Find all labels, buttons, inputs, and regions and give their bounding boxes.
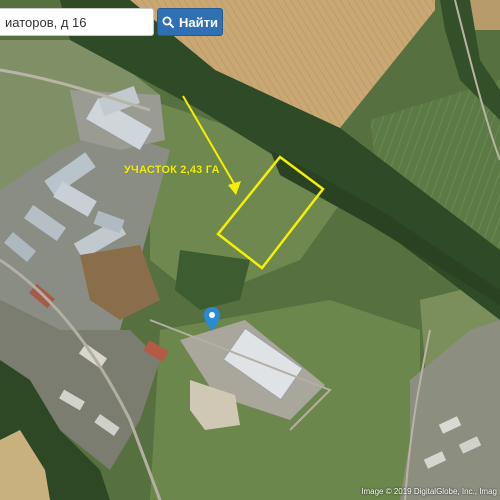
search-button-label: Найти: [179, 14, 218, 30]
search-button[interactable]: Найти: [157, 8, 223, 36]
satellite-map[interactable]: [0, 0, 500, 500]
plot-area-label: УЧАСТОК 2,43 ГА: [124, 164, 220, 176]
search-input[interactable]: [0, 8, 154, 36]
search-icon: [162, 16, 175, 28]
imagery-attribution: Image © 2019 DigitalGlobe, Inc., Imag: [361, 487, 497, 496]
